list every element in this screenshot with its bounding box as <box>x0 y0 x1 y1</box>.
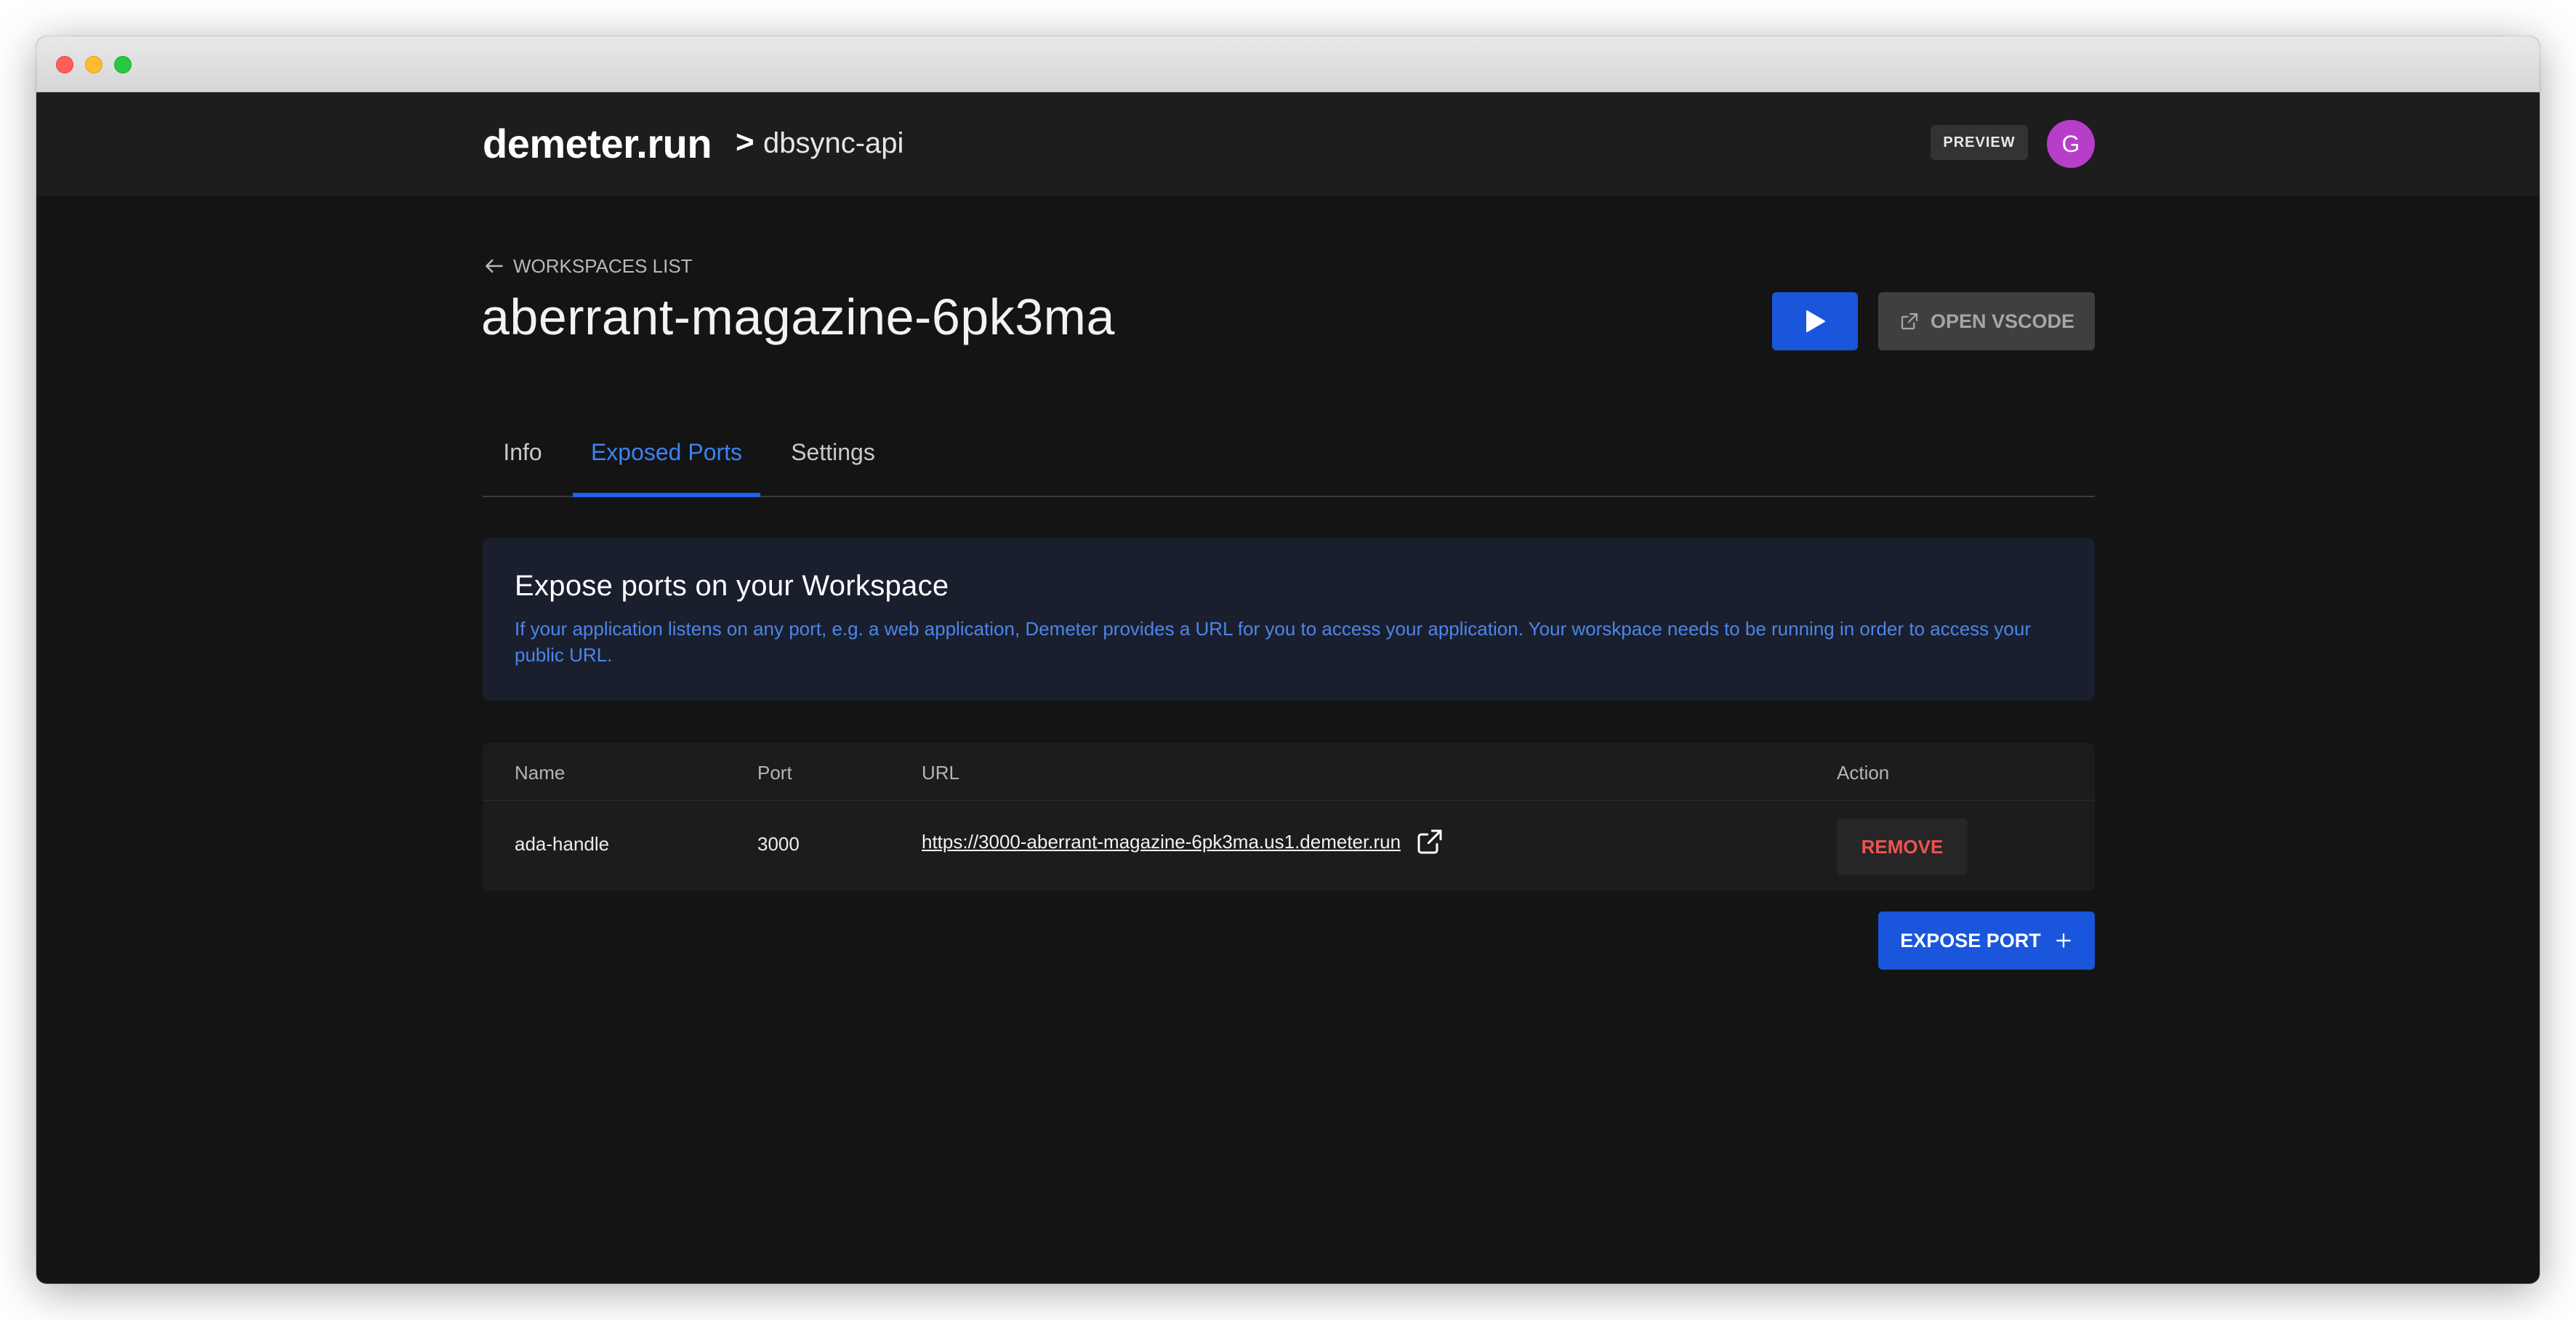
preview-badge: PREVIEW <box>1931 125 2028 160</box>
column-header-action: Action <box>1837 762 1890 784</box>
external-link-icon <box>1901 313 1918 330</box>
expose-ports-info-box: Expose ports on your Workspace If your a… <box>483 538 2095 701</box>
workspaces-list-back-link[interactable]: WORKSPACES LIST <box>483 254 693 278</box>
info-box-title: Expose ports on your Workspace <box>515 570 949 602</box>
start-workspace-button[interactable] <box>1772 292 1858 350</box>
maximize-window-button[interactable] <box>114 56 132 73</box>
info-box-description: If your application listens on any port,… <box>515 618 2031 666</box>
tab-settings[interactable]: Settings <box>773 420 893 497</box>
port-name-cell: ada-handle <box>515 833 610 855</box>
window-titlebar <box>36 36 2540 92</box>
arrow-left-icon <box>486 259 503 273</box>
plus-icon <box>2056 933 2071 948</box>
breadcrumb-project[interactable]: dbsync-api <box>763 127 903 160</box>
workspace-title: aberrant-magazine-6pk3ma <box>481 289 1115 345</box>
brand-logo[interactable]: demeter.run <box>483 120 712 167</box>
breadcrumb-separator: > <box>736 124 754 160</box>
port-number-cell: 3000 <box>757 833 800 855</box>
expose-port-button[interactable]: EXPOSE PORT <box>1878 911 2095 970</box>
app-header: demeter.run > dbsync-api PREVIEW G <box>36 92 2540 196</box>
expose-port-label: EXPOSE PORT <box>1900 929 2041 951</box>
workspace-tabs: Info Exposed Ports Settings <box>483 406 2095 497</box>
browser-window: demeter.run > dbsync-api PREVIEW G WORKS… <box>36 36 2540 1284</box>
column-header-url: URL <box>922 762 960 784</box>
table-header: Name Port URL Action <box>483 743 2095 801</box>
play-icon <box>1806 310 1825 332</box>
column-header-port: Port <box>757 762 792 784</box>
exposed-ports-table: Name Port URL Action ada-handle 3000 htt… <box>483 743 2095 891</box>
minimize-window-button[interactable] <box>85 56 102 73</box>
remove-port-button[interactable]: REMOVE <box>1837 818 1968 875</box>
open-vscode-button[interactable]: OPEN VSCODE <box>1878 292 2095 350</box>
external-link-icon[interactable] <box>1415 827 1444 856</box>
tab-exposed-ports[interactable]: Exposed Ports <box>573 420 760 497</box>
back-link-label: WORKSPACES LIST <box>513 254 693 277</box>
port-url-text[interactable]: https://3000-aberrant-magazine-6pk3ma.us… <box>922 831 1401 853</box>
close-window-button[interactable] <box>56 56 73 73</box>
open-vscode-label: OPEN VSCODE <box>1930 310 2075 332</box>
port-url-link[interactable]: https://3000-aberrant-magazine-6pk3ma.us… <box>922 827 1444 856</box>
column-header-name: Name <box>515 762 565 784</box>
user-avatar[interactable]: G <box>2047 120 2095 168</box>
tab-info[interactable]: Info <box>483 420 563 497</box>
